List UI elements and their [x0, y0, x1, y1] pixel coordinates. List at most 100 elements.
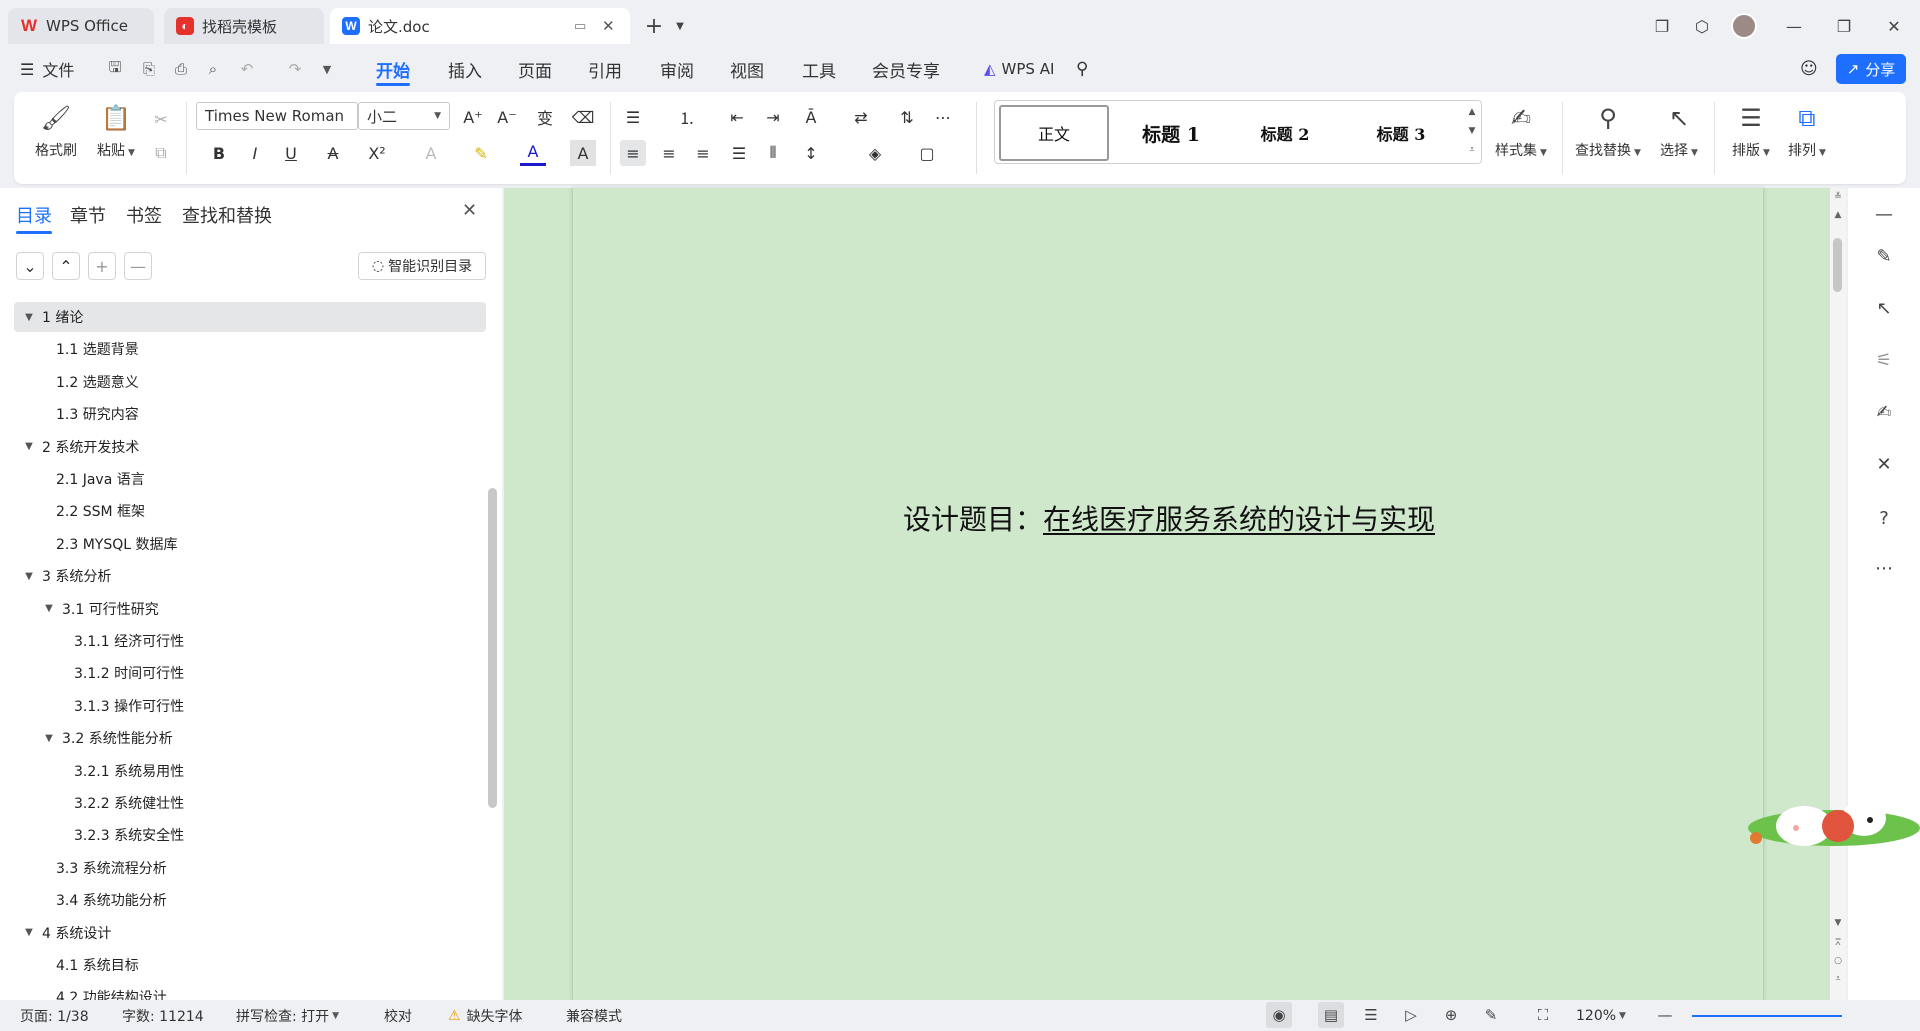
- tab-tools[interactable]: 工具: [802, 50, 836, 88]
- cube-icon[interactable]: ⬡: [1688, 12, 1716, 40]
- zoom-slider[interactable]: [1692, 1015, 1842, 1017]
- toc-item[interactable]: ▼ 3 系统分析: [14, 561, 486, 591]
- browse-object-icon[interactable]: ○: [1830, 956, 1846, 966]
- style-heading-1[interactable]: 标题 1: [1119, 105, 1223, 161]
- shrink-font-icon[interactable]: A⁻: [494, 104, 520, 130]
- tab-wps-office[interactable]: W WPS Office: [8, 8, 154, 44]
- tab-start[interactable]: 开始: [376, 50, 410, 88]
- layout-button[interactable]: ☰ 排版 ▼: [1726, 102, 1776, 160]
- decrease-indent-icon[interactable]: ⇤: [724, 104, 750, 130]
- more-icon[interactable]: ⋯: [1870, 554, 1898, 582]
- find-replace-button[interactable]: ⚲ 查找替换 ▼: [1570, 102, 1646, 160]
- next-page-icon[interactable]: ⩡: [1830, 974, 1846, 984]
- search-icon[interactable]: ⚲: [1076, 50, 1088, 88]
- pinyin-icon[interactable]: 变: [532, 104, 558, 130]
- toc-item[interactable]: ▼ 3.1 可行性研究: [14, 594, 486, 624]
- toc-item[interactable]: 3.3 系统流程分析: [14, 853, 486, 883]
- fit-page-icon[interactable]: ⛶: [1530, 1002, 1556, 1028]
- style-normal[interactable]: 正文: [999, 105, 1109, 161]
- new-tab-button[interactable]: +: [640, 12, 668, 40]
- expand-triangle-icon[interactable]: ▼: [42, 603, 56, 614]
- expand-all-button[interactable]: ⌄: [16, 252, 44, 280]
- char-shading-button[interactable]: A: [570, 140, 596, 166]
- shading-icon[interactable]: ◈: [862, 140, 888, 166]
- paste-button[interactable]: 📋 粘贴 ▼: [92, 102, 140, 160]
- clear-format-icon[interactable]: ⌫: [570, 104, 596, 130]
- save-icon[interactable]: 🖫: [104, 58, 126, 80]
- share-button[interactable]: ↗ 分享: [1836, 54, 1906, 84]
- spell-check-toggle[interactable]: 拼写检查: 打开 ▼: [236, 1000, 339, 1031]
- toc-item[interactable]: 1.3 研究内容: [14, 399, 486, 429]
- numbered-list-icon[interactable]: ⒈: [674, 104, 700, 130]
- print-icon[interactable]: ⎙: [170, 58, 192, 80]
- zoom-out-icon[interactable]: —: [1652, 1002, 1678, 1028]
- prev-page-icon[interactable]: ⩞: [1830, 938, 1846, 948]
- align-center-icon[interactable]: ≡: [656, 140, 682, 166]
- play-icon[interactable]: ▷: [1398, 1002, 1424, 1028]
- scroll-thumb[interactable]: [1833, 238, 1842, 292]
- style-heading-3[interactable]: 标题 3: [1349, 105, 1453, 161]
- toc-item[interactable]: 2.3 MYSQL 数据库: [14, 529, 486, 559]
- close-pane-icon[interactable]: ✕: [462, 200, 477, 221]
- file-menu[interactable]: ☰ 文件: [20, 50, 74, 88]
- tab-member[interactable]: 会员专享: [872, 50, 940, 88]
- print-preview-icon[interactable]: ⌕: [202, 58, 224, 80]
- justify-icon[interactable]: ☰: [726, 140, 752, 166]
- edit-icon[interactable]: ✎: [1870, 242, 1898, 270]
- eye-protect-icon[interactable]: ◉: [1266, 1002, 1292, 1028]
- close-window-icon[interactable]: ✕: [1880, 12, 1908, 40]
- maximize-icon[interactable]: ❐: [1830, 12, 1858, 40]
- collapse-icon[interactable]: —: [1870, 200, 1898, 228]
- style-heading-2[interactable]: 标题 2: [1233, 105, 1337, 161]
- expand-triangle-icon[interactable]: ▼: [22, 927, 36, 938]
- toc-item[interactable]: 1.2 选题意义: [14, 367, 486, 397]
- quick-access-chevron-icon[interactable]: ▼: [316, 58, 338, 80]
- redo-icon[interactable]: ↷: [284, 58, 306, 80]
- toc-item[interactable]: 3.1.1 经济可行性: [14, 626, 486, 656]
- toc-item[interactable]: 3.1.3 操作可行性: [14, 691, 486, 721]
- tab-list-chevron-icon[interactable]: ▼: [666, 12, 694, 40]
- bullet-list-icon[interactable]: ☰: [620, 104, 646, 130]
- copy-icon[interactable]: ⧉: [148, 140, 174, 166]
- scroll-up-arrow-icon[interactable]: ▲: [1830, 210, 1846, 220]
- text-direction-icon[interactable]: Ā: [798, 104, 824, 130]
- grow-font-icon[interactable]: A⁺: [460, 104, 486, 130]
- tab-lunwen-doc[interactable]: W 论文.doc ▭ ✕: [330, 8, 630, 44]
- toc-item[interactable]: 3.4 系统功能分析: [14, 885, 486, 915]
- adjust-icon[interactable]: ⚟: [1870, 346, 1898, 374]
- style-set-button[interactable]: ✍ 样式集 ▼: [1490, 102, 1552, 160]
- show-marks-icon[interactable]: ⋯: [930, 104, 956, 130]
- toc-item[interactable]: ▼ 2 系统开发技术: [14, 432, 486, 462]
- avatar[interactable]: [1730, 12, 1758, 40]
- toc-item[interactable]: 4.2 功能结构设计: [14, 982, 486, 1000]
- minimize-icon[interactable]: —: [1780, 12, 1808, 40]
- expand-triangle-icon[interactable]: ▼: [22, 441, 36, 452]
- restore-pages-icon[interactable]: ❐: [1648, 12, 1676, 40]
- text-effect-icon[interactable]: A: [418, 140, 444, 166]
- expand-triangle-icon[interactable]: ▼: [22, 571, 36, 582]
- toc-scrollbar[interactable]: [488, 488, 497, 808]
- toc-item[interactable]: 3.2.1 系统易用性: [14, 756, 486, 786]
- convert-icon[interactable]: ⇄: [848, 104, 874, 130]
- web-view-icon[interactable]: ⊕: [1438, 1002, 1464, 1028]
- toc-item[interactable]: 3.2.3 系统安全性: [14, 820, 486, 850]
- tab-reference[interactable]: 引用: [588, 50, 622, 88]
- toc-item[interactable]: 4.1 系统目标: [14, 950, 486, 980]
- select-button[interactable]: ↖ 选择 ▼: [1654, 102, 1704, 160]
- tab-insert[interactable]: 插入: [448, 50, 482, 88]
- smart-toc-button[interactable]: ◌ 智能识别目录: [358, 252, 486, 280]
- nav-tab-toc[interactable]: 目录: [16, 202, 52, 234]
- expand-triangle-icon[interactable]: ▼: [42, 733, 56, 744]
- style-gallery-scroll[interactable]: ▲ ▼ ⩡: [1465, 103, 1479, 160]
- tab-review[interactable]: 审阅: [660, 50, 694, 88]
- nav-tab-chapters[interactable]: 章节: [70, 202, 106, 228]
- bold-button[interactable]: B: [206, 140, 232, 166]
- signature-icon[interactable]: ✍: [1870, 398, 1898, 426]
- underline-button[interactable]: U: [278, 140, 304, 166]
- toc-item[interactable]: ▼ 3.2 系统性能分析: [14, 723, 486, 753]
- word-count[interactable]: 字数: 11214: [122, 1000, 204, 1031]
- page-indicator[interactable]: 页面: 1/38: [20, 1000, 89, 1031]
- italic-button[interactable]: I: [242, 140, 268, 166]
- document-page[interactable]: 设计题目：在线医疗服务系统的设计与实现: [572, 188, 1764, 1000]
- zoom-level[interactable]: 120% ▼: [1576, 1000, 1626, 1031]
